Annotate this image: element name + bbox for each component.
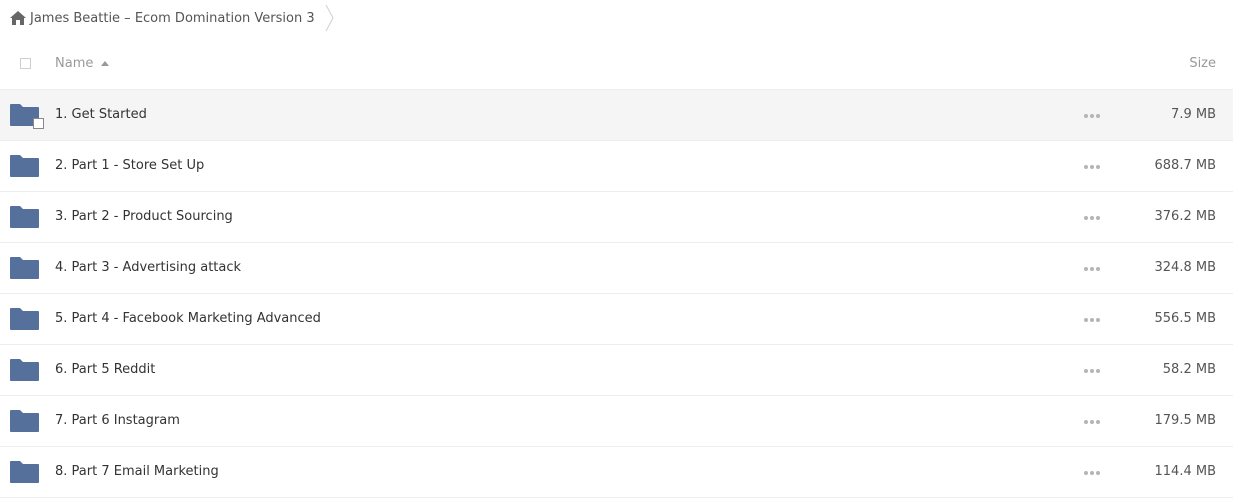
size-column-header[interactable]: Size [1189, 56, 1216, 71]
table-row[interactable]: 3. Part 2 - Product Sourcing 376.2 MB [0, 192, 1233, 243]
more-options-icon[interactable] [1084, 162, 1100, 172]
select-all-checkbox[interactable] [20, 58, 31, 69]
folder-name[interactable]: 1. Get Started [55, 107, 147, 122]
breadcrumb-current-folder[interactable]: James Beattie – Ecom Domination Version … [30, 11, 315, 26]
folder-size: 376.2 MB [1154, 209, 1216, 224]
folder-name[interactable]: 6. Part 5 Reddit [55, 362, 155, 377]
folder-icon [10, 461, 39, 483]
table-row[interactable]: 1. Get Started 7.9 MB [0, 90, 1233, 141]
folder-size: 179.5 MB [1154, 413, 1216, 428]
folder-size: 688.7 MB [1154, 158, 1216, 173]
folder-name[interactable]: 5. Part 4 - Facebook Marketing Advanced [55, 311, 321, 326]
file-list-header: Name Size [0, 40, 1233, 90]
more-options-icon[interactable] [1084, 468, 1100, 478]
folder-size: 324.8 MB [1154, 260, 1216, 275]
folder-name[interactable]: 4. Part 3 - Advertising attack [55, 260, 241, 275]
folder-icon [10, 155, 39, 177]
folder-size: 7.9 MB [1171, 107, 1216, 122]
table-row[interactable]: 7. Part 6 Instagram 179.5 MB [0, 396, 1233, 447]
home-icon [10, 11, 26, 25]
table-row[interactable]: 4. Part 3 - Advertising attack 324.8 MB [0, 243, 1233, 294]
name-column-header[interactable]: Name [55, 56, 110, 71]
folder-name[interactable]: 2. Part 1 - Store Set Up [55, 158, 204, 173]
folder-size: 114.4 MB [1154, 464, 1216, 479]
table-row[interactable]: 5. Part 4 - Facebook Marketing Advanced … [0, 294, 1233, 345]
name-column-label: Name [55, 56, 94, 71]
breadcrumb-home-link[interactable]: James Beattie – Ecom Domination Version … [10, 0, 315, 36]
folder-icon [10, 308, 39, 330]
more-options-icon[interactable] [1084, 315, 1100, 325]
file-list: 1. Get Started 7.9 MB 2. Part 1 - Store … [0, 90, 1233, 498]
table-row[interactable]: 2. Part 1 - Store Set Up 688.7 MB [0, 141, 1233, 192]
breadcrumb: James Beattie – Ecom Domination Version … [0, 0, 1233, 36]
row-checkbox[interactable] [33, 118, 44, 129]
folder-size: 58.2 MB [1162, 362, 1216, 377]
folder-icon [10, 206, 39, 228]
folder-icon [10, 257, 39, 279]
more-options-icon[interactable] [1084, 111, 1100, 121]
folder-name[interactable]: 7. Part 6 Instagram [55, 413, 180, 428]
table-row[interactable]: 6. Part 5 Reddit 58.2 MB [0, 345, 1233, 396]
more-options-icon[interactable] [1084, 417, 1100, 427]
folder-name[interactable]: 3. Part 2 - Product Sourcing [55, 209, 233, 224]
sort-ascending-icon [101, 61, 110, 66]
table-row[interactable]: 8. Part 7 Email Marketing 114.4 MB [0, 447, 1233, 498]
folder-icon [10, 359, 39, 381]
folder-icon [10, 410, 39, 432]
folder-name[interactable]: 8. Part 7 Email Marketing [55, 464, 219, 479]
more-options-icon[interactable] [1084, 264, 1100, 274]
more-options-icon[interactable] [1084, 366, 1100, 376]
folder-size: 556.5 MB [1154, 311, 1216, 326]
more-options-icon[interactable] [1084, 213, 1100, 223]
chevron-right-icon [325, 4, 335, 32]
